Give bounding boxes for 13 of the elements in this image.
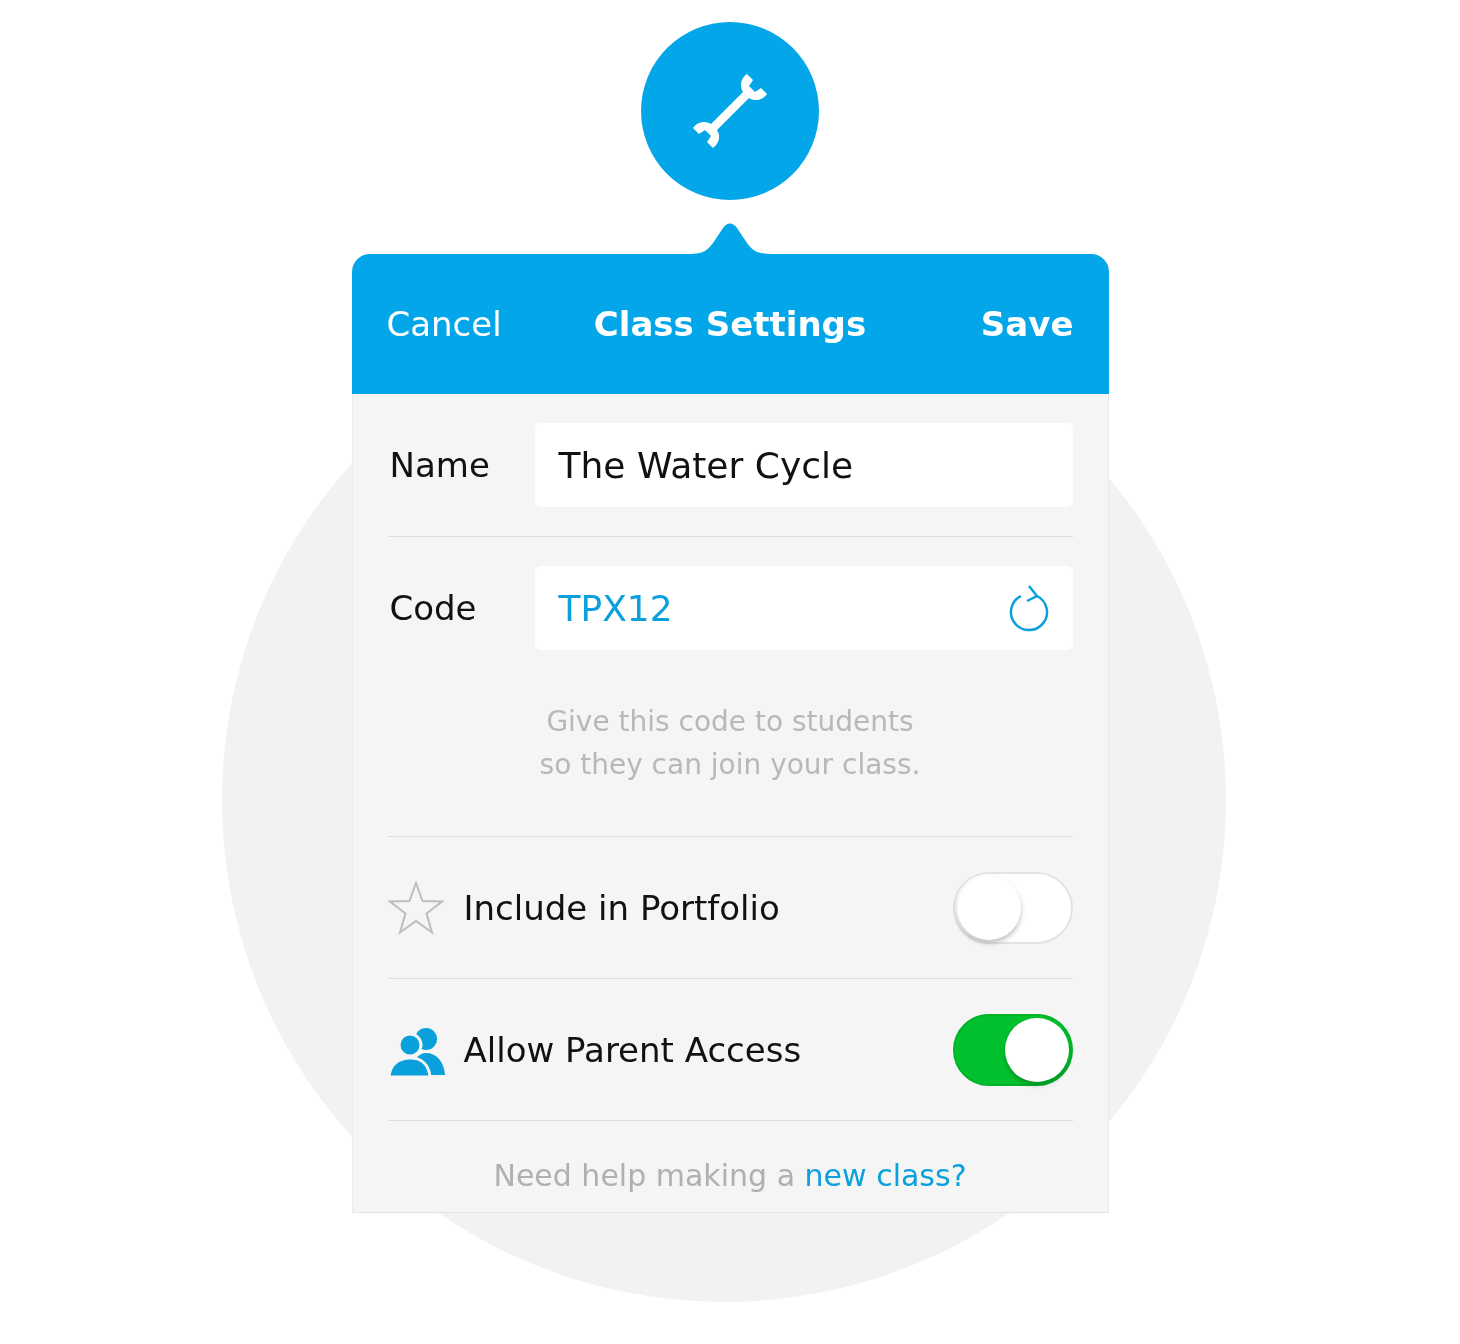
cancel-button[interactable]: Cancel — [386, 304, 502, 344]
field-label: Name — [388, 445, 491, 485]
save-button[interactable]: Save — [980, 304, 1074, 344]
dialog-title: Class Settings — [593, 304, 867, 344]
star-icon — [387, 880, 444, 935]
setting-label: Include in Portfolio — [463, 887, 781, 928]
hint-text: Give this code to students so they can join your class. — [387, 679, 1073, 837]
name-field[interactable]: The Water Cycle — [534, 423, 1073, 507]
help-link[interactable]: new class? — [804, 1157, 967, 1193]
help-text: Need help making a new class? — [493, 1157, 967, 1193]
code-field[interactable]: TPX12 — [534, 566, 1073, 650]
field-label: Code — [388, 588, 478, 628]
setting-label: Allow Parent Access — [463, 1029, 803, 1070]
